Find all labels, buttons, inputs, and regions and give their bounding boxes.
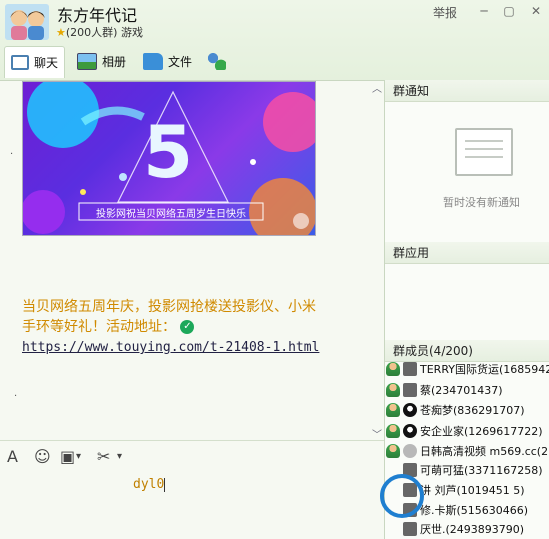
message-text: 当贝网络五周年庆，投影网抢楼送投影仪、小米 手环等好礼！活动地址： ✓	[22, 297, 372, 337]
member-avatar	[403, 403, 417, 417]
star-icon: ★	[56, 26, 66, 39]
close-icon[interactable]: ✕	[527, 4, 545, 18]
group-avatar[interactable]	[5, 4, 49, 40]
member-status-icon	[386, 362, 400, 376]
member-item[interactable]: 修.卡斯(515630466)	[403, 500, 549, 520]
notice-header[interactable]: 群通知	[385, 80, 549, 102]
banner-image[interactable]: 5 投影网祝当贝网络五周岁生日快乐	[22, 81, 316, 236]
member-count: (200人群)	[65, 26, 118, 39]
member-name: 苍痴梦(836291707)	[420, 404, 525, 417]
member-item[interactable]: 蔡(234701437)	[386, 380, 549, 400]
member-name: 可萌可猛(3371167258)	[420, 464, 543, 477]
group-subtitle: ★(200人群) 游戏	[56, 24, 143, 40]
member-name: TERRY国际货运(1685942	[420, 363, 549, 376]
banner-number: 5	[143, 110, 194, 194]
member-name: 厌世.(2493893790)	[420, 523, 525, 536]
member-avatar	[403, 444, 417, 458]
member-status-icon	[386, 424, 400, 438]
member-avatar	[403, 383, 417, 397]
input-value: dyl0	[133, 477, 165, 492]
emoji-icon[interactable]: ☺	[34, 447, 51, 466]
notice-board-icon	[455, 128, 513, 176]
apps-header[interactable]: 群应用	[385, 242, 549, 264]
scroll-down-icon[interactable]: ﹀	[370, 426, 384, 441]
maximize-icon[interactable]: ▢	[500, 4, 518, 18]
folder-icon	[143, 52, 163, 70]
group-title: 东方年代记	[57, 6, 138, 25]
minimize-icon[interactable]: ─	[475, 4, 493, 18]
message-line: 手环等好礼！活动地址： ✓	[22, 317, 372, 337]
member-item[interactable]: 安企业家(1269617722)	[386, 421, 549, 441]
input-toolbar	[0, 440, 384, 470]
chevron-down-icon[interactable]: ▾	[117, 451, 122, 462]
member-name: 修.卡斯(515630466)	[420, 504, 529, 517]
bullet-dot: ·	[10, 149, 14, 160]
member-avatar	[403, 424, 417, 438]
image-icon[interactable]: ▣	[60, 447, 75, 466]
tab-chat-label: 聊天	[34, 56, 59, 70]
photo-icon	[77, 52, 97, 70]
message-input[interactable]	[0, 470, 384, 539]
screenshot-scissors-icon[interactable]: ✂	[97, 447, 110, 466]
add-user-icon	[206, 52, 226, 70]
member-name: 日韩高清视频 m569.cc(2	[420, 445, 549, 458]
tab-add-member[interactable]	[200, 46, 232, 76]
member-avatar	[403, 522, 417, 536]
tab-chat[interactable]: 聊天	[4, 46, 66, 78]
tab-album[interactable]: 相册	[71, 46, 132, 76]
font-icon[interactable]: A	[7, 447, 18, 466]
activity-link[interactable]: https://www.touying.com/t-21408-1.html	[22, 340, 319, 355]
member-item[interactable]: 苍痴梦(836291707)	[386, 400, 549, 420]
member-status-icon	[386, 403, 400, 417]
chat-history[interactable]: 5 投影网祝当贝网络五周岁生日快乐 · · 当贝网络五周年庆，投影网抢楼送投影仪…	[0, 80, 384, 439]
notice-empty-text: 暂时没有新通知	[443, 196, 520, 209]
member-item[interactable]: 讲 刘芦(1019451 5)	[403, 480, 549, 500]
member-name: 蔡(234701437)	[420, 384, 503, 397]
chevron-down-icon[interactable]: ▾	[76, 451, 81, 462]
verified-icon: ✓	[180, 320, 195, 334]
tab-files[interactable]: 文件	[137, 46, 198, 76]
message-line: 当贝网络五周年庆，投影网抢楼送投影仪、小米	[22, 299, 316, 315]
text-caret	[164, 477, 166, 492]
member-avatar	[403, 362, 417, 376]
member-item[interactable]: 日韩高清视频 m569.cc(2	[386, 441, 549, 461]
chat-bubble-icon	[11, 55, 29, 70]
member-status-icon	[386, 444, 400, 458]
report-button[interactable]: 举报	[433, 4, 457, 21]
scroll-up-icon[interactable]: ︿	[370, 80, 384, 95]
member-name: 安企业家(1269617722)	[420, 425, 543, 438]
member-item[interactable]: TERRY国际货运(1685942	[386, 359, 549, 379]
banner-caption: 投影网祝当贝网络五周岁生日快乐	[96, 209, 246, 220]
tab-files-label: 文件	[168, 54, 193, 69]
message-line-text: 手环等好礼！活动地址：	[22, 319, 176, 335]
group-category: 游戏	[120, 26, 143, 39]
member-name: 讲 刘芦(1019451 5)	[420, 484, 525, 497]
member-item[interactable]: 可萌可猛(3371167258)	[403, 460, 549, 480]
input-text[interactable]: dyl0	[133, 477, 166, 492]
member-status-icon	[386, 383, 400, 397]
loading-ring-icon	[380, 474, 424, 518]
bullet-dot: ·	[14, 391, 18, 402]
tab-album-label: 相册	[102, 54, 127, 69]
member-item[interactable]: 厌世.(2493893790)	[403, 519, 549, 539]
